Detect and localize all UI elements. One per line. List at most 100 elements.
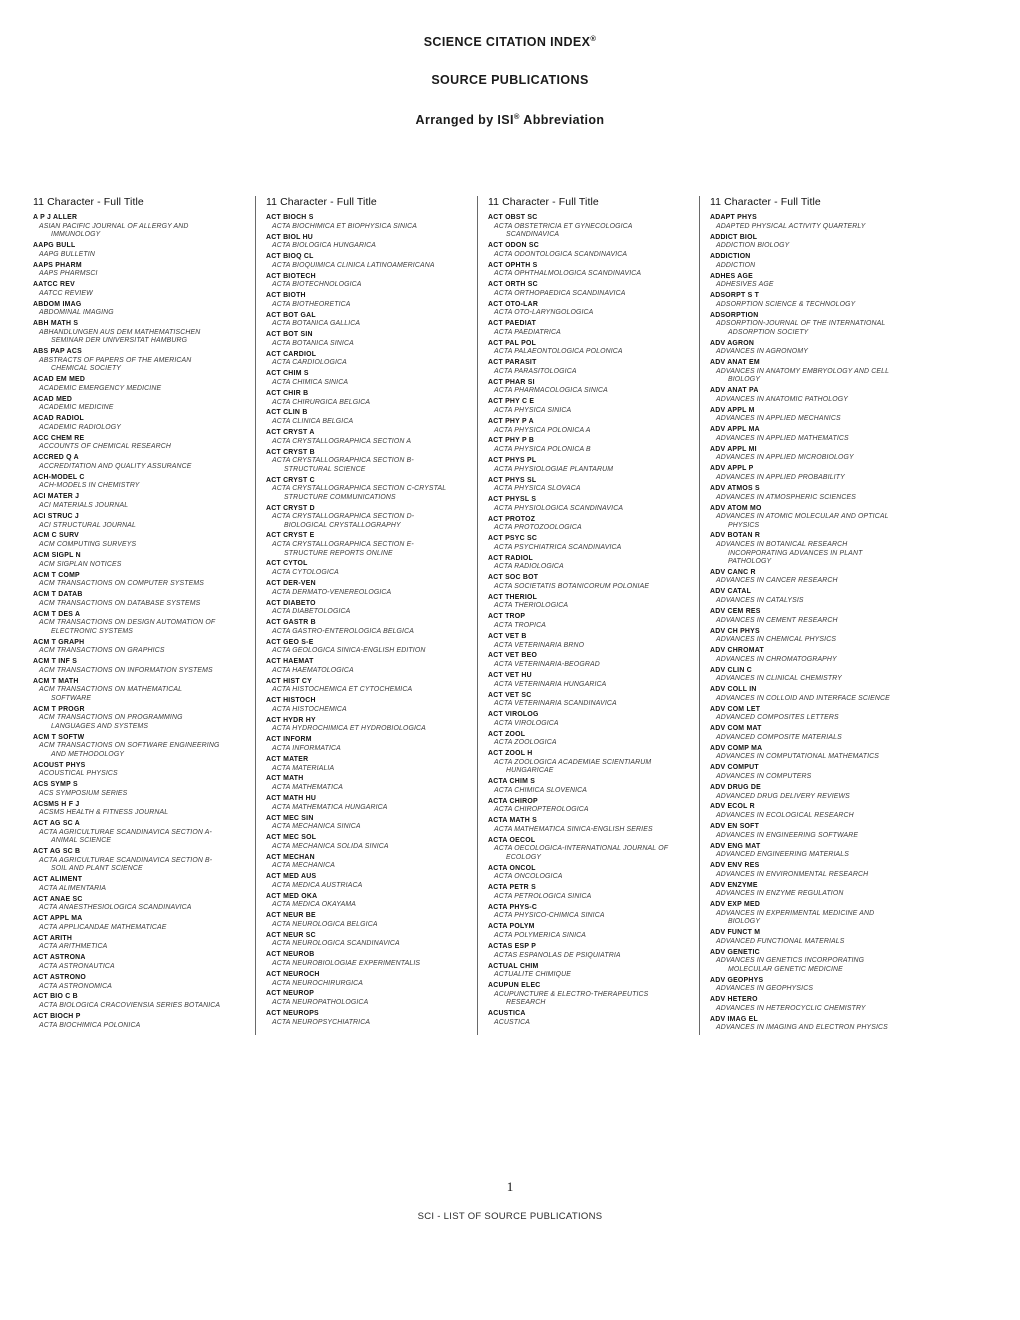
publication-entry: ACM T PROGR ACM TRANSACTIONS ON PROGRAMMI… xyxy=(33,706,245,731)
entry-full-title: ACTAS ESPANOLAS DE PSIQUIATRIA xyxy=(488,952,689,960)
entry-full-title-line-1: ACTA VETERINARIA BRNO xyxy=(494,641,585,649)
entry-full-title-line-1: ACTA CYTOLOGICA xyxy=(272,569,339,577)
publication-entry: ACT GEO S-E ACTA GEOLOGICA SINICA-ENGLISH… xyxy=(266,639,467,656)
entry-full-title-line-1: ACTA PHYSICA POLONICA B xyxy=(494,446,591,454)
publication-entry: ABH MATH S ABHANDLUNGEN AUS DEM MATHEMATI… xyxy=(33,320,245,345)
entry-full-title: ADVANCED DRUG DELIVERY REVIEWS xyxy=(710,793,911,801)
entry-abbreviation: ACT NEUROP xyxy=(266,990,315,998)
entry-full-title-line-1: ACTA BOTANICA SINICA xyxy=(272,339,354,347)
entry-abbreviation: ADV ENG MAT xyxy=(710,842,761,850)
entry-abbreviation: ACM T GRAPH xyxy=(33,638,85,646)
entry-full-title-line-2: STRUCTURAL SCIENCE xyxy=(284,465,366,473)
entry-full-title-line-1: ACTA VIROLOGICA xyxy=(494,719,559,727)
entry-full-title: ACTA BIOCHIMICA POLONICA xyxy=(33,1022,245,1030)
entry-abbreviation: ACT PAL POL xyxy=(488,339,537,347)
entry-abbreviation: ACM T DES A xyxy=(33,610,81,618)
publication-entry: ACH-MODEL C ACH-MODELS IN CHEMISTRY xyxy=(33,474,245,491)
entry-full-title: ADVANCES IN APPLIED MATHEMATICS xyxy=(710,435,911,443)
publication-entry: ACT GASTR B ACTA GASTRO-ENTEROLOGICA BELG… xyxy=(266,619,467,636)
subtitle-text-post: Abbreviation xyxy=(519,113,605,128)
entry-full-title-line-1: ADVANCES IN APPLIED MECHANICS xyxy=(716,415,841,423)
entry-abbreviation: ADV EXP MED xyxy=(710,901,761,909)
entry-full-title-line-1: ACTA GASTRO-ENTEROLOGICA BELGICA xyxy=(272,627,414,635)
entry-abbreviation: ADV CEM RES xyxy=(710,607,761,615)
entry-full-title: ADVANCED FUNCTIONAL MATERIALS xyxy=(710,938,911,946)
entry-abbreviation: ACM T MATH xyxy=(33,677,79,685)
entry-full-title: ACSMS HEALTH & FITNESS JOURNAL xyxy=(33,809,245,817)
entry-abbreviation: ACAD RADIOL xyxy=(33,415,84,423)
entry-full-title-line-1: ADVANCES IN CHROMATOGRAPHY xyxy=(716,655,837,663)
entry-abbreviation: ADV GEOPHYS xyxy=(710,976,764,984)
entry-full-title-line-1: ACTA PHYSIOLOGIAE PLANTARUM xyxy=(494,465,614,473)
entry-abbreviation: ADV CH PHYS xyxy=(710,627,760,635)
entry-full-title: AATCC REVIEW xyxy=(33,290,245,298)
entry-full-title-line-2: MOLECULAR GENETIC MEDICINE xyxy=(728,965,843,973)
entry-full-title: ADVANCES IN APPLIED MICROBIOLOGY xyxy=(710,454,911,462)
entry-full-title: ADVANCES IN CHROMATOGRAPHY xyxy=(710,656,911,664)
entry-abbreviation: ACM C SURV xyxy=(33,532,80,540)
entry-full-title-line-1: ACTA THERIOLOGICA xyxy=(494,602,569,610)
entry-full-title-line-1: ACM TRANSACTIONS ON DESIGN AUTOMATION OF xyxy=(39,619,216,627)
entry-full-title: ACH-MODELS IN CHEMISTRY xyxy=(33,482,245,490)
entry-full-title: ADVANCES IN CANCER RESEARCH xyxy=(710,577,911,585)
publication-entry: ACTUAL CHIM ACTUALITE CHIMIQUE xyxy=(488,963,689,980)
entry-abbreviation: ACM T INF S xyxy=(33,658,78,666)
entry-full-title: ADVANCES IN ECOLOGICAL RESEARCH xyxy=(710,812,911,820)
entry-full-title: ACTA THERIOLOGICA xyxy=(488,602,689,610)
publication-entry: ADV ATOM MO ADVANCES IN ATOMIC MOLECULAR … xyxy=(710,505,911,530)
entry-abbreviation: ACI STRUC J xyxy=(33,512,80,520)
entry-full-title-line-1: ACTA NEUROLOGICA BELGICA xyxy=(272,920,378,928)
entry-abbreviation: ACT BIOTECH xyxy=(266,272,316,280)
entry-full-title-line-1: ADVANCES IN CLINICAL CHEMISTRY xyxy=(716,675,842,683)
entry-full-title-line-1: ACTA PAEDIATRICA xyxy=(494,328,561,336)
publication-entry: ACT PAEDIAT ACTA PAEDIATRICA xyxy=(488,320,689,337)
entry-full-title: ACM TRANSACTIONS ON MATHEMATICAL SOFTWARE xyxy=(33,686,245,703)
entry-full-title: ACTA CRYSTALLOGRAPHICA SECTION E- STRUCTU… xyxy=(266,541,467,558)
registered-mark-icon: ® xyxy=(590,34,597,43)
entry-full-title: ACTA PROTOZOOLOGICA xyxy=(488,524,689,532)
entry-abbreviation: ACT NEUROCH xyxy=(266,970,320,978)
publication-entry: ACUSTICA ACUSTICA xyxy=(488,1010,689,1027)
entry-full-title: ACTA MECHANICA xyxy=(266,862,467,870)
entry-full-title: ACM COMPUTING SURVEYS xyxy=(33,541,245,549)
entry-abbreviation: ACT CARDIOL xyxy=(266,350,317,358)
publication-entry: ACTA PETR S ACTA PETROLOGICA SINICA xyxy=(488,884,689,901)
entry-full-title-line-1: ACTA BIOTHEORETICA xyxy=(272,300,351,308)
entry-full-title: ADVANCED COMPOSITES LETTERS xyxy=(710,714,911,722)
publication-entry: ACT TROP ACTA TROPICA xyxy=(488,613,689,630)
entry-abbreviation: ADV CATAL xyxy=(710,588,752,596)
entry-full-title: ACM TRANSACTIONS ON GRAPHICS xyxy=(33,647,245,655)
entry-full-title-line-1: ACTA PARASITOLOGICA xyxy=(494,367,577,375)
publication-entry: ACT VIROLOG ACTA VIROLOGICA xyxy=(488,711,689,728)
publication-entry: ACTA CHIM S ACTA CHIMICA SLOVENICA xyxy=(488,778,689,795)
entry-full-title: ADVANCES IN COLLOID AND INTERFACE SCIENC… xyxy=(710,695,911,703)
publication-entry: ADV HETERO ADVANCES IN HETEROCYCLIC CHEMI… xyxy=(710,996,911,1013)
entry-full-title-line-1: ACI STRUCTURAL JOURNAL xyxy=(39,521,136,529)
publication-entry: A P J ALLER ASIAN PACIFIC JOURNAL OF ALLE… xyxy=(33,214,245,239)
entry-abbreviation: ACC CHEM RE xyxy=(33,434,85,442)
publication-entry: ACT NEUR SC ACTA NEUROLOGICA SCANDINAVICA xyxy=(266,932,467,949)
entry-full-title: ACTA DIABETOLOGICA xyxy=(266,608,467,616)
publication-entry: ACT PROTOZ ACTA PROTOZOOLOGICA xyxy=(488,516,689,533)
entry-full-title: ACTA PHYSICA SLOVACA xyxy=(488,485,689,493)
entry-full-title: ACM TRANSACTIONS ON SOFTWARE ENGINEERING… xyxy=(33,742,245,759)
publication-entry: ACT PSYC SC ACTA PSYCHIATRICA SCANDINAVIC… xyxy=(488,535,689,552)
entry-abbreviation: ACT MATER xyxy=(266,755,309,763)
entry-full-title-line-1: ACTA PALAEONTOLOGICA POLONICA xyxy=(494,348,623,356)
entry-abbreviation: ACTA ONCOL xyxy=(488,864,536,872)
entry-full-title: ADVANCES IN CHEMICAL PHYSICS xyxy=(710,636,911,644)
entry-abbreviation: ACSMS H F J xyxy=(33,800,80,808)
entry-abbreviation: ADSORPT S T xyxy=(710,292,760,300)
entry-abbreviation: ACT SOC BOT xyxy=(488,574,539,582)
entry-abbreviation: ADV ECOL R xyxy=(710,803,755,811)
entry-full-title-line-2: RESEARCH xyxy=(506,999,546,1007)
entry-full-title: ACTA PALAEONTOLOGICA POLONICA xyxy=(488,348,689,356)
entry-full-title: ADVANCES IN EXPERIMENTAL MEDICINE AND BIO… xyxy=(710,910,911,927)
entry-full-title: ACS SYMPOSIUM SERIES xyxy=(33,790,245,798)
entry-full-title-line-1: ACTA AGRICULTURAE SCANDINAVICA SECTION A… xyxy=(39,828,212,836)
column-header: 11 Character - Full Title xyxy=(33,196,144,208)
entry-full-title-line-1: ACCOUNTS OF CHEMICAL RESEARCH xyxy=(39,443,171,451)
publication-entry: ACT NEUROB ACTA NEUROBIOLOGIAE EXPERIMENT… xyxy=(266,951,467,968)
publication-entry: ADV APPL P ADVANCES IN APPLIED PROBABILIT… xyxy=(710,465,911,482)
entry-full-title-line-1: ADVANCES IN GENETICS INCORPORATING xyxy=(716,957,865,965)
